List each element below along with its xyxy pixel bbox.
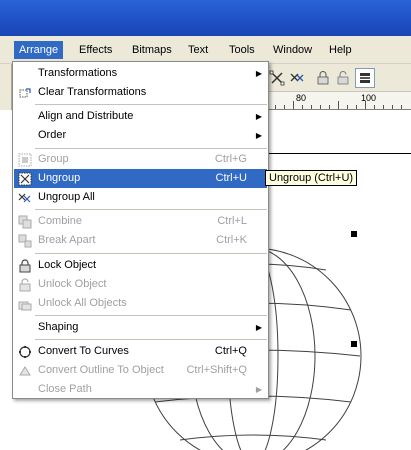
menu-item-combine[interactable]: Combine Ctrl+L [14,212,267,231]
submenu-arrow-icon: ▶ [255,323,262,332]
ungroup-all-icon [17,190,33,206]
unlock-icon[interactable] [333,68,353,88]
menu-separator [35,209,267,210]
menu-effects[interactable]: Effects [74,41,117,59]
unlock-all-icon [17,296,33,312]
menu-bitmaps[interactable]: Bitmaps [127,41,177,59]
menu-tools[interactable]: Tools [224,41,260,59]
menu-item-unlock-all[interactable]: Unlock All Objects [14,294,267,313]
menu-item-group[interactable]: Group Ctrl+G [14,150,267,169]
menu-bar: Arrange Effects Bitmaps Text Tools Windo… [0,36,411,64]
menu-item-close-path[interactable]: Close Path ▶ [14,380,267,399]
menu-item-unlock-object[interactable]: Unlock Object [14,275,267,294]
menu-text[interactable]: Text [183,41,213,59]
horizontal-ruler: 80 100 [265,92,411,110]
unlock-icon [17,277,33,293]
submenu-arrow-icon: ▶ [255,131,262,140]
menu-separator [35,253,267,254]
menu-separator [35,104,267,105]
arrange-menu: Transformations ▶ Clear Transformations … [12,61,269,399]
menu-item-order[interactable]: Order ▶ [14,126,267,145]
menu-window[interactable]: Window [268,41,317,59]
menu-arrange[interactable]: Arrange [14,41,64,59]
combine-icon [17,214,33,230]
menu-item-ungroup-all[interactable]: Ungroup All [14,188,267,207]
ungroup-icon [17,171,33,187]
menu-separator [35,339,267,340]
page-border [265,153,411,154]
clear-transformations-icon [17,85,33,101]
convert-to-curves-icon [17,344,33,360]
menu-item-break-apart[interactable]: Break Apart Ctrl+K [14,231,267,250]
convert-outline-icon [17,363,33,379]
ruler-label-100: 100 [361,93,377,103]
menu-item-convert-outline[interactable]: Convert Outline To Object Ctrl+Shift+Q [14,361,267,380]
property-toolbar [265,64,411,92]
menu-item-shaping[interactable]: Shaping ▶ [14,318,267,337]
break-apart-icon [17,233,33,249]
selection-handle-middle[interactable] [351,341,357,347]
group-icon [17,152,33,168]
selection-handle-top[interactable] [351,231,357,237]
ungroup-tooltip: Ungroup (Ctrl+U) [265,170,358,186]
title-bar [0,0,411,36]
menu-item-align-distribute[interactable]: Align and Distribute ▶ [14,107,267,126]
submenu-arrow-icon: ▶ [255,385,262,394]
menu-separator [35,148,267,149]
submenu-arrow-icon: ▶ [255,69,262,78]
ruler-label-80: 80 [296,93,307,103]
submenu-arrow-icon: ▶ [255,112,262,121]
menu-separator [35,315,267,316]
menu-help[interactable]: Help [324,41,357,59]
ungroup-icon[interactable] [267,68,287,88]
menu-item-ungroup[interactable]: Ungroup Ctrl+U [14,169,267,188]
ungroup-all-icon[interactable] [287,68,307,88]
menu-item-convert-to-curves[interactable]: Convert To Curves Ctrl+Q [14,342,267,361]
lock-icon [17,258,33,274]
menu-item-lock-object[interactable]: Lock Object [14,256,267,275]
menu-item-transformations[interactable]: Transformations ▶ [14,64,267,83]
lock-icon[interactable] [313,68,333,88]
menu-item-clear-transformations[interactable]: Clear Transformations [14,83,267,102]
options-icon[interactable] [355,68,375,88]
